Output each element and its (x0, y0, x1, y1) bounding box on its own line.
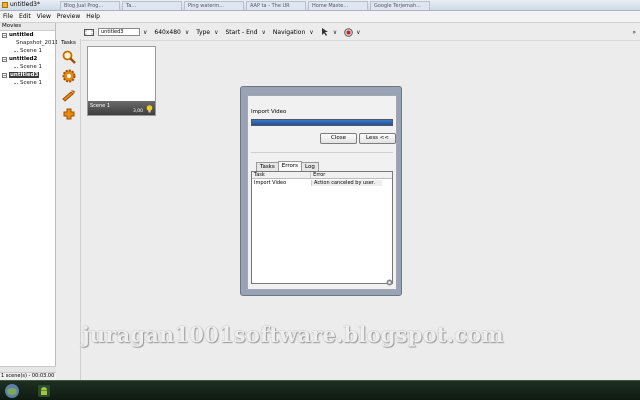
row-error: Action canceled by user. (312, 180, 382, 186)
window-title: untitled3* (10, 1, 40, 8)
type-label[interactable]: Type (196, 29, 210, 36)
watermark-text: juragan1001software.blogspot.com (82, 322, 504, 347)
film-strip-icon[interactable] (84, 28, 94, 37)
chevron-down-icon[interactable]: ∨ (262, 29, 266, 36)
chevron-down-icon[interactable]: ∨ (333, 29, 337, 36)
dialog-tabs: Tasks Errors Log (256, 161, 319, 171)
scene-name: Scene 1 (90, 103, 111, 109)
tree-node-movie[interactable]: − untitled (0, 31, 55, 39)
app-globe-icon[interactable] (4, 383, 20, 399)
close-button[interactable]: Close (320, 133, 357, 144)
puzzle-icon[interactable] (61, 106, 77, 122)
app-icon (2, 2, 8, 8)
tree-node-scene[interactable]: Scene 1 (0, 63, 55, 71)
less-button[interactable]: Less << (359, 133, 396, 144)
browser-tab[interactable]: Ping waterm... (184, 1, 244, 10)
browser-tab[interactable]: Home Maste... (308, 1, 368, 10)
import-video-dialog: Import Video Close Less << Tasks Errors … (240, 86, 402, 296)
window-titlebar: untitled3* Blog Jual Prog... Ta... Ping … (0, 0, 640, 11)
progress-bar (251, 119, 393, 126)
collapse-icon[interactable]: − (2, 32, 7, 38)
background-browser-tabs: Blog Jual Prog... Ta... Ping waterm... A… (60, 0, 432, 11)
menu-file[interactable]: File (0, 13, 16, 20)
resolution-label[interactable]: 640x480 (154, 29, 180, 36)
chevron-down-icon[interactable]: ∨ (143, 29, 147, 36)
tab-log[interactable]: Log (301, 162, 319, 171)
tab-tasks[interactable]: Tasks (256, 162, 279, 171)
movies-panel-header: Movies (0, 23, 55, 31)
navigation-label[interactable]: Navigation (273, 29, 305, 36)
tab-errors[interactable]: Errors (277, 161, 303, 171)
menu-view[interactable]: View (34, 13, 54, 20)
browser-tab[interactable]: Google Terjemah... (370, 1, 430, 10)
dialog-title: Import Video (251, 109, 287, 115)
dialog-body: Import Video Close Less << Tasks Errors … (247, 95, 397, 290)
collapse-icon[interactable]: − (2, 72, 7, 78)
tree-node-movie-selected[interactable]: − untitled3 (0, 71, 55, 79)
movies-panel: Movies − untitled Snapshot_2011 Scene 1 … (0, 23, 58, 380)
tasks-label: Tasks (61, 40, 76, 46)
pointer-icon[interactable] (320, 27, 330, 37)
collapse-icon[interactable]: − (2, 56, 7, 62)
tools-icon[interactable] (61, 87, 77, 103)
lightbulb-icon[interactable] (146, 105, 153, 113)
tasks-panel: Tasks (57, 39, 81, 380)
tree-node-scene[interactable]: Scene 1 (0, 47, 55, 55)
menu-preview[interactable]: Preview (54, 13, 83, 20)
chevron-down-icon[interactable]: ∨ (309, 29, 313, 36)
scene-thumbnail[interactable]: Scene 1 3,00 (87, 46, 156, 116)
table-header: Task Error (252, 172, 392, 179)
search-icon[interactable] (61, 49, 77, 65)
dialog-corner-icon (386, 279, 393, 286)
start-end-label[interactable]: Start - End (225, 29, 257, 36)
menu-bar: File Edit View Preview Help (0, 11, 640, 23)
chevron-down-icon[interactable]: ∨ (214, 29, 218, 36)
tree-node-scene[interactable]: Scene 1 (0, 79, 55, 87)
tree-node-movie[interactable]: − untitled2 (0, 55, 55, 63)
column-header-error[interactable]: Error (311, 172, 392, 178)
scene-duration: 3,00 (132, 109, 143, 114)
column-header-task[interactable]: Task (252, 172, 312, 178)
progress-fill (252, 120, 392, 125)
android-icon[interactable] (36, 383, 52, 399)
browser-tab[interactable]: Ta... (122, 1, 182, 10)
menu-edit[interactable]: Edit (16, 13, 34, 20)
overflow-chevron-icon[interactable]: » (632, 29, 636, 36)
status-text: 1 scene(s) - 00:03.00 (0, 372, 56, 380)
chevron-down-icon[interactable]: ∨ (356, 29, 360, 36)
record-icon[interactable] (343, 27, 353, 37)
divider (251, 152, 393, 153)
tree-node-scene[interactable]: Snapshot_2011 (0, 39, 58, 47)
scene-info-bar: Scene 1 3,00 (88, 101, 155, 115)
browser-tab[interactable]: Blog Jual Prog... (60, 1, 120, 10)
toolbar: ∨ 640x480 ∨ Type ∨ Start - End ∨ Navigat… (82, 24, 640, 41)
movie-name-input[interactable] (98, 28, 140, 36)
chevron-down-icon[interactable]: ∨ (185, 29, 189, 36)
row-task: Import Video (252, 180, 312, 186)
menu-help[interactable]: Help (83, 13, 103, 20)
table-row[interactable]: Import Video Action canceled by user. (252, 179, 392, 187)
browser-tab[interactable]: AAP ta - The UR (246, 1, 306, 10)
gear-icon[interactable] (61, 68, 77, 84)
os-taskbar (0, 380, 640, 400)
errors-table: Task Error Import Video Action canceled … (251, 171, 393, 284)
